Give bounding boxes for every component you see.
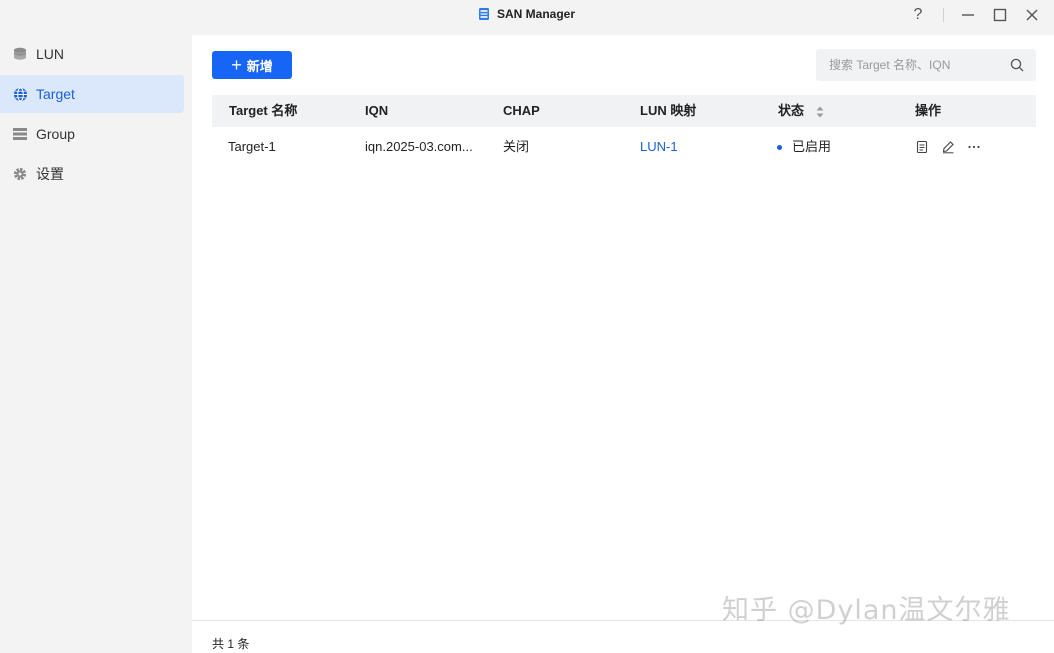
maximize-button[interactable] [988,4,1012,26]
san-manager-window: SAN Manager ? LUN Target Group 设置 + 新增 搜… [0,0,1054,653]
table-header: Target 名称 IQN CHAP LUN 映射 状态 操作 [212,95,1036,127]
add-target-button[interactable]: + 新增 [212,51,292,79]
cell-status: 已启用 [777,127,897,167]
database-icon [12,46,28,62]
column-header-status[interactable]: 状态 [778,95,824,127]
cell-iqn: iqn.2025-03.com... [365,139,473,154]
search-icon[interactable] [1010,58,1024,72]
main-panel: + 新增 Target 名称 IQN CHAP LUN 映射 状态 操作 Tar… [192,35,1054,653]
app-title: SAN Manager [0,7,1054,21]
cell-chap: 关闭 [503,139,530,154]
close-icon [1026,9,1038,21]
cell-lun-link[interactable]: LUN-1 [640,127,760,167]
sidebar-item-label: Target [36,86,75,102]
close-button[interactable] [1020,4,1044,26]
column-header-chap: CHAP [503,103,540,118]
detail-icon[interactable] [915,140,929,154]
column-header-iqn: IQN [365,103,389,118]
maximize-icon [993,8,1007,22]
sidebar-item-label: 设置 [36,166,64,182]
edit-icon[interactable] [941,140,955,154]
more-icon[interactable] [967,140,981,154]
sidebar-item-lun[interactable]: LUN [0,35,184,73]
plus-icon: + [231,55,242,75]
sidebar-item-settings[interactable]: 设置 [0,155,184,193]
status-dot [777,145,782,151]
sidebar-item-label: Group [36,126,75,142]
app-icon [478,8,489,20]
search-box [816,49,1036,81]
total-count: 共 1 条 [212,637,250,651]
gear-icon [12,166,28,182]
sidebar-item-label: LUN [36,46,65,62]
watermark: 知乎 @Dylan温文尔雅 [722,595,1011,626]
sidebar-item-group[interactable]: Group [0,115,184,153]
search-input[interactable] [816,49,1001,81]
title-divider [943,8,944,22]
add-button-label: 新增 [246,58,273,74]
minimize-button[interactable] [956,4,980,26]
sidebar: LUN Target Group 设置 [0,33,192,653]
table-row[interactable]: Target-1 iqn.2025-03.com... 关闭 LUN-1 已启用 [212,127,1036,167]
title-bar: SAN Manager ? [0,0,1054,33]
column-header-lun: LUN 映射 [640,103,697,118]
globe-icon [12,86,28,102]
status-text: 已启用 [792,139,832,154]
app-title-text: SAN Manager [496,7,576,21]
column-header-status-label: 状态 [778,103,805,118]
column-header-name: Target 名称 [229,103,298,118]
minimize-icon [962,14,974,16]
list-icon [12,126,28,142]
column-header-actions: 操作 [915,103,942,118]
sidebar-item-target[interactable]: Target [0,75,184,113]
sort-icon[interactable] [816,106,824,118]
cell-target-name: Target-1 [228,139,276,154]
help-button[interactable]: ? [906,4,930,26]
